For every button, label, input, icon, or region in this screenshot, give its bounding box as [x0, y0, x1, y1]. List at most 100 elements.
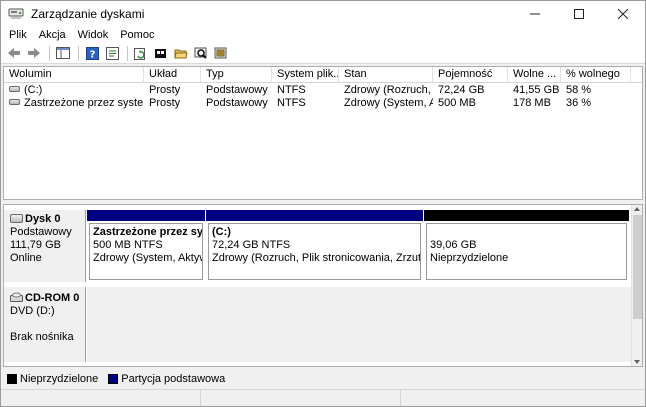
disk-management-window: Zarządzanie dyskami Plik Akcja Widok Pom… — [0, 0, 646, 407]
status-segment — [201, 390, 401, 406]
partition-type-bar — [206, 210, 423, 221]
partition-body: (C:) 72,24 GB NTFS Zdrowy (Rozruch, Plik… — [208, 223, 421, 280]
menu-pomoc[interactable]: Pomoc — [114, 29, 160, 41]
folder-button[interactable] — [172, 45, 190, 62]
type-cell: Podstawowy — [206, 84, 268, 96]
column-header-capacity[interactable]: Pojemność — [433, 67, 508, 83]
volume-row[interactable]: (C:) Prosty Podstawowy NTFS Zdrowy (Rozr… — [4, 84, 642, 97]
scroll-up-arrow-icon[interactable] — [634, 207, 640, 211]
volume-list-header: Wolumin Układ Typ System plik... Stan Po… — [4, 67, 642, 83]
column-header-filesystem[interactable]: System plik... — [272, 67, 339, 83]
volume-list: Wolumin Układ Typ System plik... Stan Po… — [3, 66, 643, 200]
cdrom-0-drive: DVD (D:) — [10, 305, 55, 317]
volume-name: (C:) — [24, 84, 43, 96]
menu-akcja[interactable]: Akcja — [33, 29, 72, 41]
properties-icon — [105, 46, 119, 60]
free-space-cell: 178 MB — [513, 97, 551, 109]
partition-name: Zastrzeżone przez system — [93, 226, 203, 238]
open-button[interactable] — [152, 45, 170, 62]
column-header-layout[interactable]: Układ — [144, 67, 201, 83]
column-header-percent-free[interactable]: % wolnego — [561, 67, 631, 83]
column-header-status[interactable]: Stan — [339, 67, 433, 83]
status-cell: Zdrowy (System, A... — [344, 97, 433, 109]
refresh-button[interactable] — [132, 45, 150, 62]
drive-icon — [9, 99, 20, 106]
partition-info: 72,24 GB NTFS — [212, 239, 291, 251]
partition-type-bar — [424, 210, 629, 221]
volume-row[interactable]: Zastrzeżone przez system Prosty Podstawo… — [4, 97, 642, 110]
partition-c[interactable]: (C:) 72,24 GB NTFS Zdrowy (Rozruch, Plik… — [206, 210, 423, 282]
rescan-disks-icon — [194, 47, 207, 59]
menu-plik[interactable]: Plik — [1, 29, 33, 41]
partition-info: 39,06 GB — [430, 239, 477, 251]
volume-cell: Zastrzeżone przez system — [4, 97, 144, 110]
disk-0-state: Online — [10, 252, 42, 264]
hard-disk-icon — [10, 213, 23, 223]
help-icon: ? — [85, 46, 99, 60]
cdrom-0-empty-area[interactable] — [87, 287, 632, 362]
volume-name: Zastrzeżone przez system — [24, 97, 144, 109]
disk-pane-vertical-scrollbar[interactable] — [631, 205, 642, 366]
cdrom-0-name: CD-ROM 0 — [25, 292, 80, 304]
window-title: Zarządzanie dyskami — [31, 6, 145, 21]
legend: Nieprzydzielone Partycja podstawowa — [1, 371, 645, 387]
cdrom-0-label[interactable]: CD-ROM 0 DVD (D:) Brak nośnika — [4, 287, 86, 362]
partition-status: Zdrowy (Rozruch, Plik stronicowania, Zrz… — [212, 252, 421, 264]
status-segment — [1, 390, 201, 406]
layout-cell: Prosty — [149, 97, 181, 109]
close-icon — [618, 8, 628, 19]
rescan-disks-button[interactable] — [192, 45, 210, 62]
back-arrow-icon — [8, 48, 20, 58]
toolbar-separator — [49, 45, 50, 61]
forward-arrow-icon — [28, 48, 40, 58]
toolbar-separator — [127, 45, 128, 61]
partition-status: Nieprzydzielone — [430, 252, 509, 264]
partition-system-reserved[interactable]: Zastrzeżone przez system 500 MB NTFS Zdr… — [87, 210, 205, 282]
cdrom-0-media: Brak nośnika — [10, 331, 74, 343]
properties-button[interactable] — [103, 45, 121, 62]
scrollbar-thumb[interactable] — [633, 215, 642, 319]
minimize-button[interactable] — [513, 1, 557, 26]
svg-text:?: ? — [89, 49, 95, 60]
percent-free-cell: 36 % — [566, 97, 592, 109]
open-icon — [155, 48, 166, 58]
partition-name — [430, 226, 623, 239]
disk-0-type: Podstawowy — [10, 226, 72, 238]
partition-body: Zastrzeżone przez system 500 MB NTFS Zdr… — [89, 223, 203, 280]
partition-info: 500 MB NTFS — [93, 239, 163, 251]
title-bar[interactable]: Zarządzanie dyskami — [1, 1, 645, 26]
help-button[interactable]: ? — [83, 45, 101, 62]
menu-widok[interactable]: Widok — [72, 29, 115, 41]
percent-free-cell: 58 % — [566, 84, 592, 96]
partition-unallocated[interactable]: 39,06 GB Nieprzydzielone — [424, 210, 629, 282]
maximize-button[interactable] — [557, 1, 601, 26]
show-hide-console-tree-icon — [56, 47, 70, 59]
disk-0-label[interactable]: Dysk 0 Podstawowy 111,79 GB Online — [4, 210, 86, 282]
capacity-cell: 500 MB — [438, 97, 476, 109]
disk-0-row: Dysk 0 Podstawowy 111,79 GB Online Zastr… — [4, 210, 632, 282]
type-cell: Podstawowy — [206, 97, 268, 109]
forward-button[interactable] — [25, 45, 43, 62]
layout-cell: Prosty — [149, 84, 181, 96]
disk-0-size: 111,79 GB — [10, 239, 61, 251]
settings-button[interactable] — [212, 45, 230, 62]
column-header-volume[interactable]: Wolumin — [4, 67, 144, 83]
cd-drive-icon — [10, 292, 23, 303]
show-hide-console-tree-button[interactable] — [54, 45, 72, 62]
scroll-down-arrow-icon[interactable] — [634, 360, 640, 364]
capacity-cell: 72,24 GB — [438, 84, 485, 96]
column-header-type[interactable]: Typ — [201, 67, 272, 83]
toolbar: ? — [1, 43, 645, 64]
maximize-icon — [574, 8, 584, 19]
close-button[interactable] — [601, 1, 645, 26]
partition-body: 39,06 GB Nieprzydzielone — [426, 223, 627, 280]
filesystem-cell: NTFS — [277, 97, 306, 109]
refresh-icon — [134, 47, 145, 60]
cdrom-0-row: CD-ROM 0 DVD (D:) Brak nośnika — [4, 287, 632, 362]
column-header-free-space[interactable]: Wolne ... — [508, 67, 561, 83]
free-space-cell: 41,55 GB — [513, 84, 560, 96]
partition-status: Zdrowy (System, Aktywna, Partycja podsta… — [93, 252, 202, 264]
legend-swatch-primary — [108, 374, 119, 384]
legend-label-primary: Partycja podstawowa — [121, 373, 226, 385]
back-button[interactable] — [5, 45, 23, 62]
